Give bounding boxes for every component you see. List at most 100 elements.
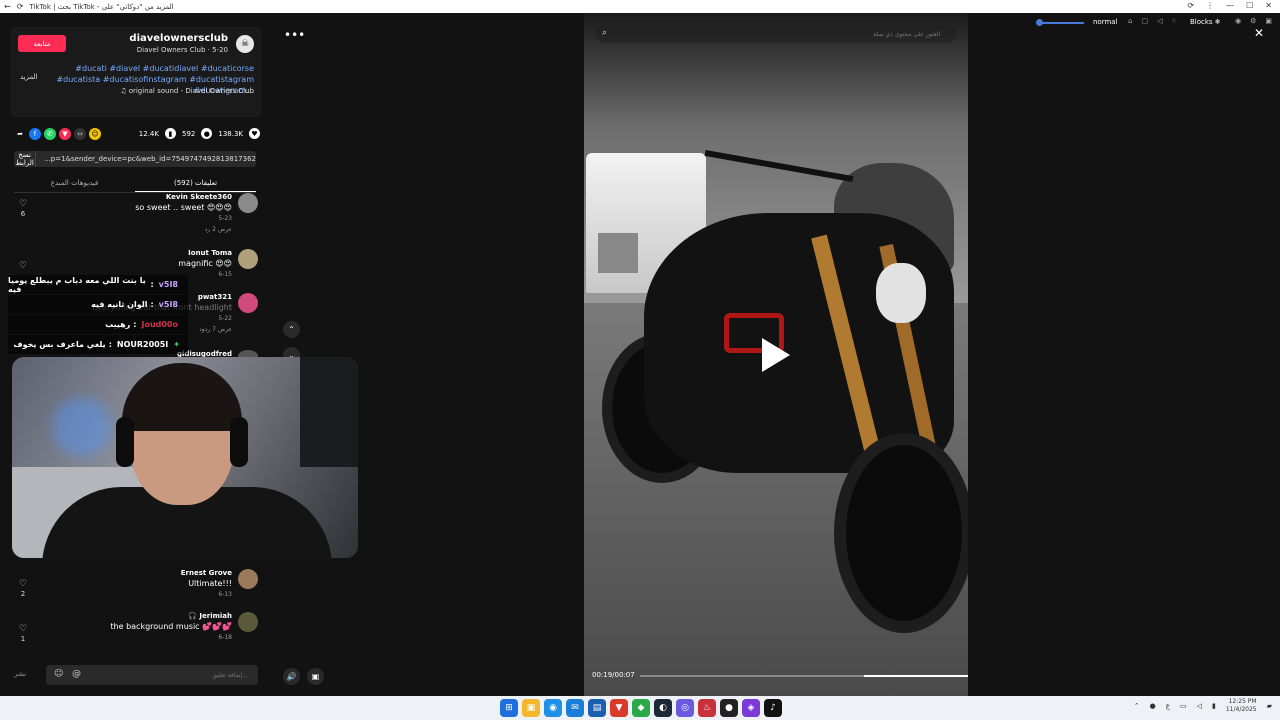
post-button[interactable]: نشر <box>14 670 26 678</box>
stream-chat-overlay: يا بنت اللي معه دباب م يبطلع يوميا فيه :… <box>8 275 188 355</box>
avatar[interactable] <box>238 569 258 589</box>
tab-comments[interactable]: تعليقات (592) <box>135 175 256 192</box>
browser-toolbar: ← ⟳ TikTok | بحث TikTok - المزيد من "دوك… <box>0 0 1280 13</box>
whatsapp-icon[interactable]: ✆ <box>44 128 56 140</box>
clock-time: 12:25 PM <box>1228 698 1257 705</box>
battery-icon[interactable]: ▮ <box>1212 702 1216 710</box>
heart-icon[interactable]: ♥ <box>249 128 260 139</box>
taskbar-app-icon[interactable]: ◉ <box>544 699 562 717</box>
sound-icon[interactable]: ◁ <box>1197 702 1202 710</box>
volume-slider[interactable] <box>1038 22 1084 24</box>
mention-icon[interactable]: @ <box>72 669 81 679</box>
back-icon[interactable]: ← <box>4 2 11 11</box>
lock-icon[interactable]: ⌂ <box>1128 17 1132 25</box>
view-replies-link[interactable]: عرض 7 ردود <box>199 326 232 333</box>
taskbar-app-icon[interactable]: ♨ <box>698 699 716 717</box>
taskbar-app-icon[interactable]: ⊞ <box>500 699 518 717</box>
copy-link-button[interactable]: نسخ الرابط <box>14 151 37 167</box>
play-icon[interactable] <box>762 338 790 372</box>
taskbar-app-icon[interactable]: ● <box>720 699 738 717</box>
taskbar-app-icon[interactable]: ▤ <box>588 699 606 717</box>
creator-username[interactable]: diavelownersclub <box>129 33 228 44</box>
share-url[interactable]: ...p=1&sender_device=pc&web_id=754974749… <box>36 155 256 163</box>
avatar[interactable] <box>238 249 258 269</box>
repost-icon[interactable]: ▼ <box>59 128 71 140</box>
related-search-input[interactable] <box>618 25 948 43</box>
taskbar-app-icon[interactable]: ✉ <box>566 699 584 717</box>
tab-creator-videos[interactable]: فيديوهات المبدع <box>14 175 135 192</box>
kebab-menu-icon[interactable]: ⋮ <box>1206 1 1214 10</box>
comment-author[interactable]: 🎧 Jerimiah <box>188 612 232 620</box>
like-button[interactable]: ♡ 6 <box>18 199 28 218</box>
pip-icon[interactable]: ▣ <box>307 668 324 685</box>
notification-icon[interactable]: ▰ <box>1267 702 1272 710</box>
taskbar: ⊞ ▣ ◉ ✉ ▤ ▼ ◆ ◐ ◎ ♨ ● ◈ ♪ ⌃ ● ع ▭ ◁ ▮ 12:25 PM 11/4/… <box>0 696 1280 720</box>
clock[interactable]: 12:25 PM 11/4/2025 <box>1226 698 1257 714</box>
tab-title: TikTok | بحث TikTok - المزيد من "دوكاتي"… <box>29 2 174 11</box>
volume-icon[interactable]: 🔊 <box>283 668 300 685</box>
speaker-icon[interactable]: ◁ <box>1157 17 1162 25</box>
embed-icon[interactable]: ‹› <box>74 128 86 140</box>
comment-author[interactable]: Ionut Toma <box>188 249 232 257</box>
close-icon[interactable]: ✕ <box>1254 26 1264 40</box>
taskbar-app-icon[interactable]: ◐ <box>654 699 672 717</box>
account-icon[interactable]: ◉ <box>1235 17 1241 26</box>
taskbar-app-icon[interactable]: ◎ <box>676 699 694 717</box>
video-player[interactable]: ⌕ 00:19/00:07 <box>584 13 968 696</box>
comment-author[interactable]: pwat321 <box>198 293 232 301</box>
close-window-icon[interactable]: ✕ <box>1265 1 1272 10</box>
video-progress-bar[interactable] <box>640 675 968 677</box>
minimize-icon[interactable]: — <box>1226 1 1234 10</box>
taskbar-app-icon[interactable]: ▼ <box>610 699 628 717</box>
maximize-icon[interactable]: ☐ <box>1246 1 1253 10</box>
profile-card: متابعة ☠ diavelownersclub Diavel Owners … <box>10 27 262 117</box>
comment-author[interactable]: Kevin Skeete360 <box>166 193 232 201</box>
blocks-label[interactable]: Blocks ❄ <box>1190 18 1221 26</box>
chat-message: الوان ثانيه فيه : v5I8 <box>8 295 188 314</box>
taskbar-app-icon[interactable]: ◈ <box>742 699 760 717</box>
like-button[interactable]: ♡ <box>18 261 28 271</box>
like-button[interactable]: ♡ 2 <box>18 579 28 598</box>
like-count: 2 <box>20 590 26 598</box>
language-icon[interactable]: ع <box>1166 702 1170 710</box>
settings-icon[interactable]: ⚙ <box>1250 17 1256 26</box>
thumb-icon[interactable]: ☝ <box>1171 17 1175 25</box>
screen-icon[interactable]: ▣ <box>1265 17 1272 26</box>
comment-input[interactable] <box>86 665 254 685</box>
share-arrow-icon[interactable]: ➦ <box>14 128 26 140</box>
mode-label[interactable]: normal <box>1093 18 1118 26</box>
scroll-up-icon[interactable]: ⌃ <box>283 321 300 338</box>
chat-text: الوان ثانيه فيه <box>91 300 148 309</box>
follow-button[interactable]: متابعة <box>18 35 66 52</box>
heart-outline-icon: ♡ <box>18 261 28 271</box>
comment-tabs: فيديوهات المبدع تعليقات (592) <box>14 175 256 193</box>
bookmark-icon[interactable]: ▮ <box>164 128 176 139</box>
taskbar-app-icon[interactable]: ◆ <box>632 699 650 717</box>
avatar[interactable] <box>238 612 258 632</box>
chevron-up-icon[interactable]: ⌃ <box>1134 702 1140 710</box>
comment-author[interactable]: Ernest Grove <box>181 569 232 577</box>
reload-icon[interactable]: ⟳ <box>17 2 24 11</box>
creator-avatar[interactable]: ☠ <box>236 35 254 53</box>
chat-message: يا بنت اللي معه دباب م يبطلع يوميا فيه :… <box>8 275 188 294</box>
emoji-picker-icon[interactable]: ☺ <box>54 669 63 679</box>
like-button[interactable]: ♡ 1 <box>18 624 28 643</box>
sound-link[interactable]: ♫ original sound - Diavel Owners Club <box>120 87 254 95</box>
view-replies-link[interactable]: عرض 2 رد <box>205 226 232 233</box>
emoji-icon[interactable]: ☺ <box>89 128 101 140</box>
frame-icon[interactable]: ▢ <box>1141 17 1148 25</box>
comment-icon[interactable]: ● <box>201 128 213 139</box>
search-icon: ⌕ <box>602 28 608 38</box>
taskbar-app-icon[interactable]: ▣ <box>522 699 540 717</box>
more-options-icon[interactable]: ••• <box>284 28 305 42</box>
chat-message: يلغي ماعرف بس يخوف : NOUR2005I ✦ <box>8 335 188 354</box>
avatar[interactable] <box>238 293 258 313</box>
refresh-icon[interactable]: ⟳ <box>1187 1 1194 10</box>
network-icon[interactable]: ▭ <box>1180 702 1187 710</box>
avatar[interactable] <box>238 193 258 213</box>
clock-date: 11/4/2025 <box>1225 706 1257 713</box>
volume-knob[interactable] <box>1036 19 1043 26</box>
facebook-icon[interactable]: f <box>29 128 41 140</box>
mic-icon[interactable]: ● <box>1150 702 1156 710</box>
taskbar-app-icon[interactable]: ♪ <box>764 699 782 717</box>
